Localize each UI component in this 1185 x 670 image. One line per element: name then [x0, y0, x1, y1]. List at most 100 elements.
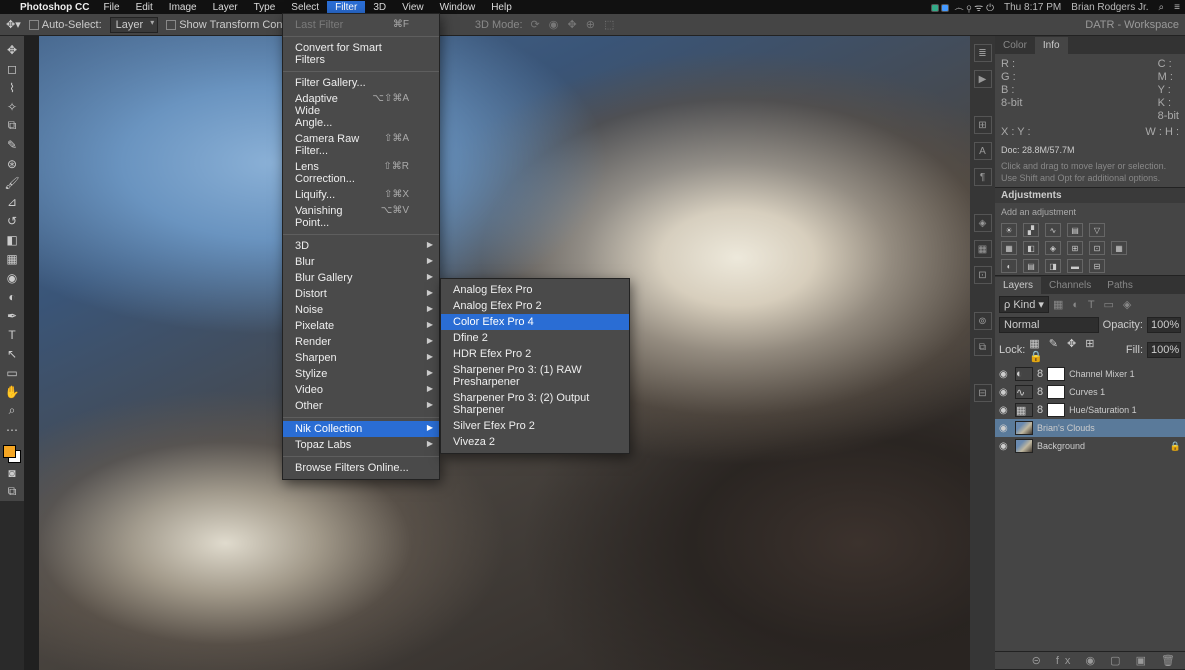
mi-distort[interactable]: Distort: [283, 286, 439, 302]
search-icon[interactable]: ⌕: [1154, 2, 1170, 13]
layer-row[interactable]: ◉◐8Channel Mixer 1: [995, 365, 1185, 383]
layer-row[interactable]: ◉∿8Curves 1: [995, 383, 1185, 401]
mi-lens-correction[interactable]: Lens Correction...⇧⌘R: [283, 159, 439, 187]
mi-topaz[interactable]: Topaz Labs: [283, 437, 439, 453]
adj-lookup-icon[interactable]: ⊡: [1089, 241, 1105, 255]
mi-browse-online[interactable]: Browse Filters Online...: [283, 460, 439, 476]
mi-vanishing-point[interactable]: Vanishing Point...⌥⌘V: [283, 203, 439, 231]
tool-eyedropper[interactable]: ✎: [1, 135, 23, 154]
adj-hue-icon[interactable]: ▦: [1001, 241, 1017, 255]
transform-checkbox[interactable]: [166, 20, 176, 30]
mi-liquify[interactable]: Liquify...⇧⌘X: [283, 187, 439, 203]
layer-row[interactable]: ◉Background🔒: [995, 437, 1185, 455]
adj-photo-icon[interactable]: ◈: [1045, 241, 1061, 255]
tab-info[interactable]: Info: [1035, 37, 1068, 54]
menu-filter[interactable]: Filter: [327, 1, 365, 14]
mi-analog-efex-2[interactable]: Analog Efex Pro 2: [441, 298, 629, 314]
mi-stylize[interactable]: Stylize: [283, 366, 439, 382]
eye-icon[interactable]: ◉: [999, 441, 1011, 452]
mi-filter-gallery[interactable]: Filter Gallery...: [283, 75, 439, 91]
adj-levels-icon[interactable]: ▞: [1023, 223, 1039, 237]
tool-path[interactable]: ↖: [1, 344, 23, 363]
mi-dfine-2[interactable]: Dfine 2: [441, 330, 629, 346]
opacity-field[interactable]: 100%: [1147, 317, 1181, 333]
layer-filter-icons[interactable]: ▦ ◐ T ▭ ◈: [1053, 298, 1134, 311]
layer-kind[interactable]: ρ Kind ▾: [999, 296, 1049, 313]
adj-curves-icon[interactable]: ∿: [1045, 223, 1061, 237]
auto-select-checkbox[interactable]: [29, 20, 39, 30]
tab-channels[interactable]: Channels: [1041, 277, 1099, 294]
layer-row[interactable]: ◉Brian's Clouds: [995, 419, 1185, 437]
tool-stamp[interactable]: ⊿: [1, 192, 23, 211]
layer-row[interactable]: ◉▦8Hue/Saturation 1: [995, 401, 1185, 419]
mi-adaptive-wide[interactable]: Adaptive Wide Angle...⌥⇧⌘A: [283, 91, 439, 131]
menu-view[interactable]: View: [394, 1, 432, 14]
tool-pen[interactable]: ✒: [1, 306, 23, 325]
eye-icon[interactable]: ◉: [999, 405, 1011, 416]
mi-other[interactable]: Other: [283, 398, 439, 414]
fill-field[interactable]: 100%: [1147, 342, 1181, 358]
mi-3d[interactable]: 3D: [283, 238, 439, 254]
tab-color[interactable]: Color: [995, 37, 1035, 54]
tool-hand[interactable]: ✋: [1, 382, 23, 401]
mi-blur[interactable]: Blur: [283, 254, 439, 270]
tool-type[interactable]: T: [1, 325, 23, 344]
mi-analog-efex[interactable]: Analog Efex Pro: [441, 282, 629, 298]
mi-pixelate[interactable]: Pixelate: [283, 318, 439, 334]
dock-pattern-icon[interactable]: ⊟: [974, 384, 992, 402]
eye-icon[interactable]: ◉: [999, 387, 1011, 398]
color-swatches[interactable]: [3, 445, 21, 463]
screen-mode[interactable]: ⧉: [1, 482, 23, 501]
dock-brush-icon[interactable]: ⊚: [974, 312, 992, 330]
tab-paths[interactable]: Paths: [1099, 277, 1141, 294]
mi-color-efex-4[interactable]: Color Efex Pro 4: [441, 314, 629, 330]
mi-camera-raw[interactable]: Camera Raw Filter...⇧⌘A: [283, 131, 439, 159]
mi-nik-collection[interactable]: Nik Collection: [283, 421, 439, 437]
menu-window[interactable]: Window: [432, 1, 484, 14]
workspace-label[interactable]: DATR - Workspace: [1085, 19, 1179, 31]
mi-hdr-efex-2[interactable]: HDR Efex Pro 2: [441, 346, 629, 362]
adj-select-icon[interactable]: ⊟: [1089, 259, 1105, 273]
adj-thresh-icon[interactable]: ◨: [1045, 259, 1061, 273]
mi-sharpener-output[interactable]: Sharpener Pro 3: (2) Output Sharpener: [441, 390, 629, 418]
tool-brush[interactable]: 🖌: [1, 173, 23, 192]
tool-history[interactable]: ↺: [1, 211, 23, 230]
eye-icon[interactable]: ◉: [999, 369, 1011, 380]
menu-extra-icon[interactable]: ≡: [1169, 2, 1185, 13]
dock-lib-icon[interactable]: ⊡: [974, 266, 992, 284]
mi-convert-smart[interactable]: Convert for Smart Filters: [283, 40, 439, 68]
menu-help[interactable]: Help: [483, 1, 520, 14]
adj-poster-icon[interactable]: ▤: [1023, 259, 1039, 273]
dock-prop-icon[interactable]: ⊞: [974, 116, 992, 134]
adj-mixer-icon[interactable]: ⊞: [1067, 241, 1083, 255]
lock-icons[interactable]: ▦ ✎ ✥ ⊞ 🔒: [1029, 337, 1118, 363]
mi-sharpener-raw[interactable]: Sharpener Pro 3: (1) RAW Presharpener: [441, 362, 629, 390]
tool-move[interactable]: ✥: [1, 40, 23, 59]
tool-blur[interactable]: ◉: [1, 268, 23, 287]
dock-history-icon[interactable]: ≣: [974, 44, 992, 62]
tool-crop[interactable]: ⧉: [1, 116, 23, 135]
menu-edit[interactable]: Edit: [128, 1, 161, 14]
mi-noise[interactable]: Noise: [283, 302, 439, 318]
tool-eraser[interactable]: ◧: [1, 230, 23, 249]
tool-marquee[interactable]: ◻: [1, 59, 23, 78]
adj-exposure-icon[interactable]: ▤: [1067, 223, 1083, 237]
tool-lasso[interactable]: ⌇: [1, 78, 23, 97]
menu-3d[interactable]: 3D: [365, 1, 394, 14]
mi-video[interactable]: Video: [283, 382, 439, 398]
tab-layers[interactable]: Layers: [995, 277, 1041, 294]
dock-nav-icon[interactable]: ◈: [974, 214, 992, 232]
menu-image[interactable]: Image: [161, 1, 205, 14]
dock-clone-icon[interactable]: ⧉: [974, 338, 992, 356]
adj-grid-icon[interactable]: ▦: [1111, 241, 1127, 255]
menu-layer[interactable]: Layer: [205, 1, 246, 14]
tool-shape[interactable]: ▭: [1, 363, 23, 382]
dock-play-icon[interactable]: ▶: [974, 70, 992, 88]
adj-bw-icon[interactable]: ◧: [1023, 241, 1039, 255]
adj-gradient-icon[interactable]: ▬: [1067, 259, 1083, 273]
tool-heal[interactable]: ⊛: [1, 154, 23, 173]
eye-icon[interactable]: ◉: [999, 423, 1011, 434]
quick-mask[interactable]: ◙: [1, 463, 23, 482]
layer-footer-icons[interactable]: ⊝ fx ◉ ▢ ▣ 🗑: [1032, 654, 1181, 667]
tool-wand[interactable]: ✧: [1, 97, 23, 116]
